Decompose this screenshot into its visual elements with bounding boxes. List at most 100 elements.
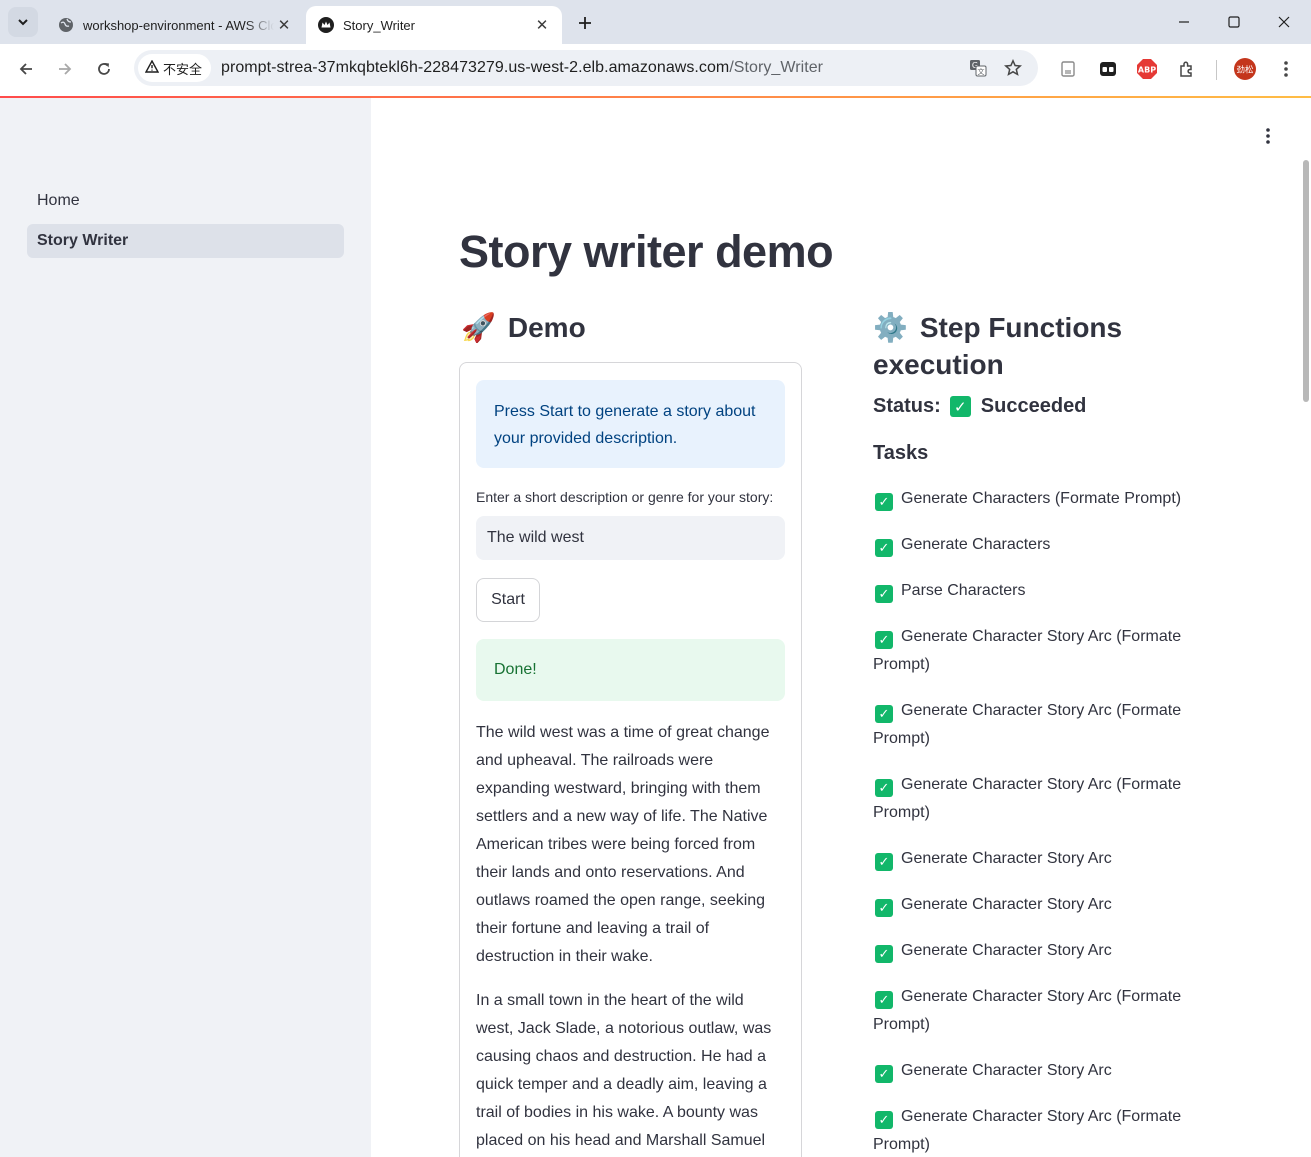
arrow-right-icon bbox=[59, 63, 72, 75]
minimize-button[interactable] bbox=[1162, 8, 1206, 36]
task-item: ✓ Generate Characters (Formate Prompt) bbox=[873, 485, 1193, 513]
browser-menu-icon[interactable] bbox=[1274, 57, 1298, 81]
task-item: ✓ Generate Character Story Arc bbox=[873, 937, 1193, 965]
check-icon: ✓ bbox=[875, 945, 893, 963]
demo-heading-text: Demo bbox=[507, 312, 586, 343]
check-icon: ✓ bbox=[875, 585, 893, 603]
maximize-button[interactable] bbox=[1212, 8, 1256, 36]
arrow-left-icon bbox=[19, 63, 32, 75]
security-indicator[interactable]: 不安全 bbox=[138, 54, 212, 82]
reading-mode-icon[interactable] bbox=[1056, 57, 1080, 81]
task-label: Generate Characters (Formate Prompt) bbox=[901, 490, 1182, 507]
profile-avatar[interactable]: 劲松 bbox=[1233, 57, 1257, 81]
maximize-icon bbox=[1228, 16, 1240, 28]
check-icon: ✓ bbox=[875, 853, 893, 871]
task-label: Generate Characters bbox=[901, 536, 1051, 553]
streamlit-crown-icon bbox=[318, 17, 334, 33]
adblock-icon[interactable]: ABP bbox=[1135, 57, 1159, 81]
task-item: ✓ Generate Character Story Arc (Formate P… bbox=[873, 771, 1193, 827]
page-scrollbar[interactable] bbox=[1303, 160, 1309, 402]
main-menu-button[interactable] bbox=[1256, 122, 1280, 150]
execution-heading: ⚙️ Step Functions execution bbox=[873, 309, 1193, 383]
tab-story-writer[interactable]: Story_Writer ✕ bbox=[306, 6, 562, 44]
sidebar-item-home[interactable]: Home bbox=[27, 184, 344, 218]
task-label: Generate Character Story Arc bbox=[901, 850, 1112, 867]
status-value: Succeeded bbox=[980, 395, 1087, 417]
task-item: ✓ Generate Character Story Arc bbox=[873, 845, 1193, 873]
story-description-label: Enter a short description or genre for y… bbox=[476, 489, 774, 505]
task-item: ✓ Generate Character Story Arc bbox=[873, 1057, 1193, 1085]
security-label: 不安全 bbox=[163, 61, 203, 77]
check-icon: ✓ bbox=[875, 493, 893, 511]
translate-icon[interactable]: G文 bbox=[964, 54, 992, 82]
task-label: Generate Character Story Arc (Formate Pr… bbox=[873, 702, 1182, 747]
profile-label: 劲松 bbox=[1236, 65, 1254, 76]
globe-icon bbox=[58, 17, 74, 33]
check-icon: ✓ bbox=[875, 631, 893, 649]
tab-workshop-environment[interactable]: workshop-environment - AWS Cloud9 ✕ bbox=[46, 6, 304, 44]
close-icon[interactable]: ✕ bbox=[274, 15, 294, 35]
demo-heading: 🚀 Demo bbox=[461, 309, 586, 346]
info-alert: Press Start to generate a story about yo… bbox=[476, 380, 785, 468]
svg-text:文: 文 bbox=[978, 67, 985, 76]
task-item: ✓ Generate Character Story Arc bbox=[873, 891, 1193, 919]
sidebar: Home Story Writer bbox=[0, 98, 371, 1157]
page-content: Home Story Writer Story writer demo 🚀 Dem… bbox=[0, 98, 1311, 1157]
browser-toolbar: 不安全 prompt-strea-37mkqbtekl6h-228473279.… bbox=[0, 44, 1311, 96]
execution-status: Status: ✓ Succeeded bbox=[873, 395, 1086, 418]
story-paragraph: In a small town in the heart of the wild… bbox=[476, 992, 772, 1149]
check-icon: ✓ bbox=[875, 779, 893, 797]
success-alert: Done! bbox=[476, 639, 785, 701]
url-host: prompt-strea-37mkqbtekl6h-228473279.us-w… bbox=[221, 59, 730, 76]
back-button[interactable] bbox=[11, 54, 41, 84]
start-button[interactable]: Start bbox=[476, 578, 540, 622]
more-vert-icon bbox=[1266, 128, 1270, 144]
adblock-label: ABP bbox=[1138, 66, 1156, 75]
sidebar-item-label: Home bbox=[37, 192, 80, 209]
close-icon[interactable]: ✕ bbox=[532, 15, 552, 35]
task-item: ✓ Parse Characters bbox=[873, 577, 1193, 605]
task-label: Generate Character Story Arc bbox=[901, 942, 1112, 959]
new-tab-button[interactable] bbox=[572, 10, 598, 36]
tab-title: workshop-environment - AWS Cloud9 bbox=[83, 17, 274, 33]
close-icon bbox=[1278, 16, 1290, 28]
task-item: ✓ Generate Character Story Arc (Formate P… bbox=[873, 623, 1193, 679]
chevron-down-icon bbox=[18, 19, 28, 26]
plus-icon bbox=[579, 17, 591, 29]
task-label: Generate Character Story Arc bbox=[901, 1062, 1112, 1079]
tab-search-button[interactable] bbox=[8, 7, 38, 37]
story-output: The wild west was a time of great change… bbox=[476, 719, 785, 1157]
status-label: Status: bbox=[873, 395, 941, 417]
sidebar-item-label: Story Writer bbox=[37, 232, 129, 249]
url-text[interactable]: prompt-strea-37mkqbtekl6h-228473279.us-w… bbox=[221, 59, 823, 77]
forward-button[interactable] bbox=[50, 54, 80, 84]
task-label: Generate Character Story Arc (Formate Pr… bbox=[873, 988, 1182, 1033]
address-bar[interactable]: 不安全 prompt-strea-37mkqbtekl6h-228473279.… bbox=[134, 50, 1038, 86]
bookmark-star-icon[interactable] bbox=[999, 54, 1027, 82]
story-description-input[interactable] bbox=[476, 516, 785, 560]
warning-icon bbox=[144, 59, 160, 76]
reload-icon bbox=[98, 63, 110, 75]
extension-mask-icon[interactable] bbox=[1096, 57, 1120, 81]
reload-button[interactable] bbox=[89, 54, 119, 84]
task-label: Generate Character Story Arc (Formate Pr… bbox=[873, 776, 1182, 821]
url-path: /Story_Writer bbox=[729, 59, 824, 76]
check-icon: ✓ bbox=[875, 539, 893, 557]
execution-heading-text: Step Functions execution bbox=[873, 312, 1123, 380]
sidebar-item-story-writer[interactable]: Story Writer bbox=[27, 224, 344, 258]
check-icon: ✓ bbox=[949, 396, 971, 417]
check-icon: ✓ bbox=[875, 705, 893, 723]
check-icon: ✓ bbox=[875, 1065, 893, 1083]
rocket-icon: 🚀 bbox=[461, 312, 496, 343]
extensions-puzzle-icon[interactable] bbox=[1175, 57, 1199, 81]
check-icon: ✓ bbox=[875, 1111, 893, 1129]
tasks-heading: Tasks bbox=[873, 442, 929, 464]
task-list: ✓ Generate Characters (Formate Prompt) ✓ G… bbox=[873, 485, 1193, 1157]
task-label: Generate Character Story Arc (Formate Pr… bbox=[873, 628, 1182, 673]
close-window-button[interactable] bbox=[1262, 8, 1306, 36]
demo-container: Press Start to generate a story about yo… bbox=[459, 362, 802, 1157]
task-item: ✓ Generate Character Story Arc (Formate P… bbox=[873, 1103, 1193, 1157]
task-label: Parse Characters bbox=[901, 582, 1026, 599]
tab-strip: workshop-environment - AWS Cloud9 ✕ Stor… bbox=[0, 0, 1311, 44]
task-label: Generate Character Story Arc bbox=[901, 896, 1112, 913]
